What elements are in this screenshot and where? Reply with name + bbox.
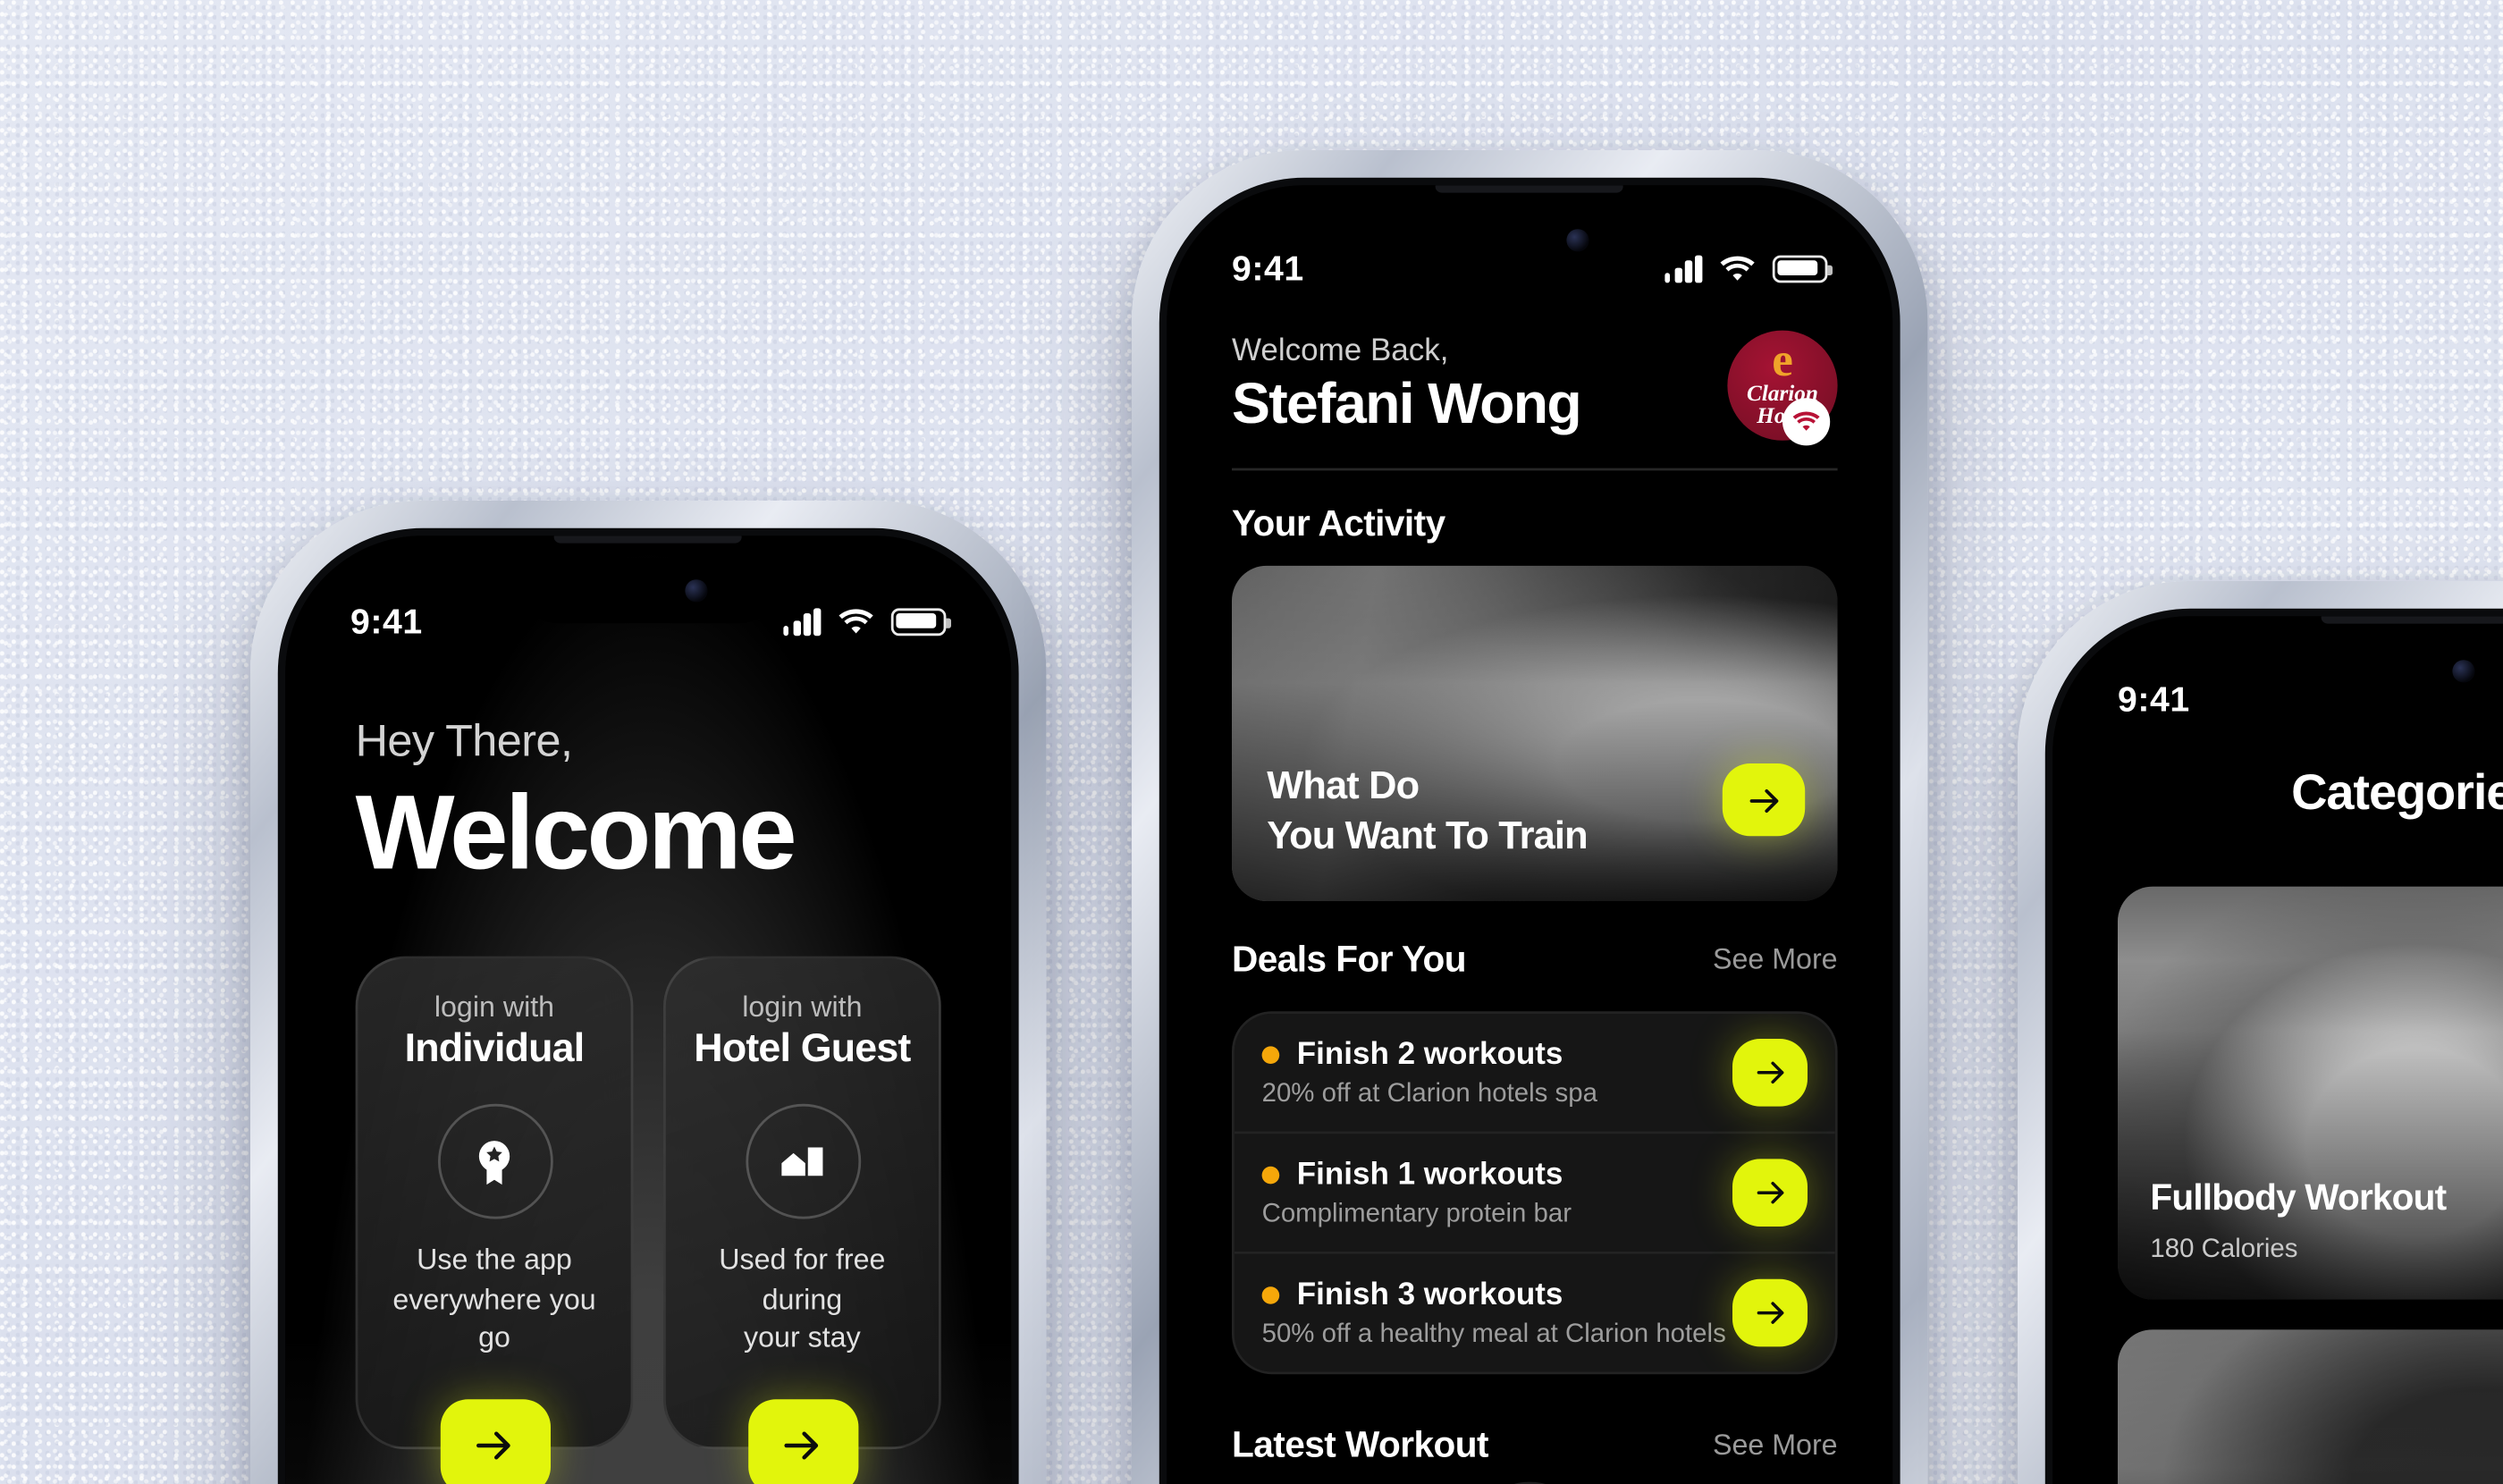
wifi-icon	[1720, 254, 1755, 282]
hotel-badge-avatar[interactable]: e Clarion Hotel	[1726, 330, 1838, 446]
battery-icon	[890, 607, 951, 635]
status-dot	[1261, 1285, 1279, 1303]
welcome-heading-block: Hey There, Welcome	[356, 716, 941, 891]
front-camera-lens	[1565, 229, 1589, 252]
deal-subtitle: 50% off a healthy meal at Clarion hotels	[1261, 1319, 1726, 1350]
phone-categories: 9:41 Categories Fullbody Workout 180 Cal…	[2017, 580, 2503, 1484]
hero-go-button[interactable]	[1722, 763, 1805, 837]
greeting-big: Welcome	[355, 773, 797, 891]
login-card-prefix: login with	[434, 993, 555, 1024]
latest-see-more-link[interactable]: See More	[1713, 1432, 1838, 1463]
deal-go-button[interactable]	[1732, 1039, 1808, 1107]
hero-title: What Do You Want To Train	[1266, 766, 1588, 858]
status-dot	[1261, 1045, 1279, 1063]
battery-icon	[1772, 254, 1833, 282]
deals-list: Finish 2 workouts 20% off at Clarion hot…	[1231, 1011, 1838, 1375]
individual-continue-button[interactable]	[439, 1397, 550, 1484]
deal-row[interactable]: Finish 3 workouts 50% off a healthy meal…	[1234, 1253, 1835, 1372]
category-calories: 180 Calories	[2150, 1234, 2298, 1264]
hotel-guest-continue-button[interactable]	[746, 1397, 857, 1484]
wifi-icon	[1782, 398, 1830, 446]
cellular-signal-icon	[782, 607, 822, 635]
category-card[interactable]: Lowerbody Workout 100 Calories	[2117, 1328, 2503, 1484]
hotel-building-icon	[745, 1103, 860, 1219]
category-name: Fullbody Workout	[2150, 1178, 2447, 1219]
deal-subtitle: 20% off at Clarion hotels spa	[1261, 1078, 1597, 1109]
phone-home: 9:41 Welcome Back, Stefani Wong e Clario…	[1131, 150, 1927, 1484]
badge-star-icon	[436, 1103, 552, 1219]
login-card-title: Hotel Guest	[694, 1028, 911, 1072]
deals-title: Deals For You	[1231, 940, 1467, 982]
earpiece-speaker	[553, 535, 743, 544]
header-divider	[1231, 468, 1838, 471]
phone-welcome: 9:41 Hey There, Welcome login with Indiv…	[250, 501, 1047, 1484]
deal-row[interactable]: Finish 2 workouts 20% off at Clarion hot…	[1234, 1014, 1835, 1134]
hotel-mark: e	[1771, 334, 1793, 388]
dynamic-island	[2291, 637, 2503, 704]
deal-go-button[interactable]	[1732, 1159, 1808, 1227]
status-time: 9:41	[2117, 678, 2190, 719]
deal-title: Finish 2 workouts	[1296, 1036, 1563, 1072]
home-header: Welcome Back, Stefani Wong e Clarion Hot…	[1231, 330, 1838, 446]
user-name: Stefani Wong	[1231, 370, 1582, 436]
status-dot	[1261, 1165, 1279, 1183]
deal-title: Finish 1 workouts	[1296, 1156, 1563, 1192]
login-card-individual[interactable]: login with Individual Use the app everyw…	[355, 956, 634, 1484]
welcome-label: Welcome Back,	[1231, 333, 1449, 368]
login-card-hotel-guest[interactable]: login with Hotel Guest Used for free dur…	[663, 956, 941, 1484]
front-camera-lens	[2452, 659, 2475, 682]
earpiece-speaker	[2321, 615, 2503, 624]
login-card-prefix: login with	[742, 993, 863, 1024]
your-activity-title: Your Activity	[1231, 505, 1445, 546]
wifi-icon	[839, 607, 873, 635]
category-card[interactable]: Fullbody Workout 180 Calories	[2117, 886, 2503, 1300]
deal-subtitle: Complimentary protein bar	[1261, 1199, 1572, 1229]
deal-row[interactable]: Finish 1 workouts Complimentary protein …	[1234, 1134, 1835, 1254]
login-card-title: Individual	[404, 1028, 586, 1072]
status-time: 9:41	[350, 601, 423, 641]
page-title: Categories	[2290, 765, 2503, 822]
cellular-signal-icon	[1664, 254, 1702, 282]
deal-go-button[interactable]	[1732, 1278, 1808, 1347]
login-card-caption: Use the app everywhere you go	[392, 1246, 596, 1354]
dynamic-island	[1405, 207, 1653, 274]
deals-see-more-link[interactable]: See More	[1713, 946, 1838, 976]
latest-workout-title: Latest Workout	[1231, 1427, 1488, 1467]
login-card-caption: Used for free during your stay	[719, 1246, 886, 1354]
dynamic-island	[525, 558, 772, 624]
greeting-small: Hey There,	[355, 715, 573, 766]
deal-title: Finish 3 workouts	[1296, 1277, 1563, 1312]
status-time: 9:41	[1231, 248, 1304, 288]
earpiece-speaker	[1435, 185, 1624, 193]
train-hero-card[interactable]: What Do You Want To Train	[1231, 565, 1838, 901]
front-camera-lens	[685, 579, 708, 603]
